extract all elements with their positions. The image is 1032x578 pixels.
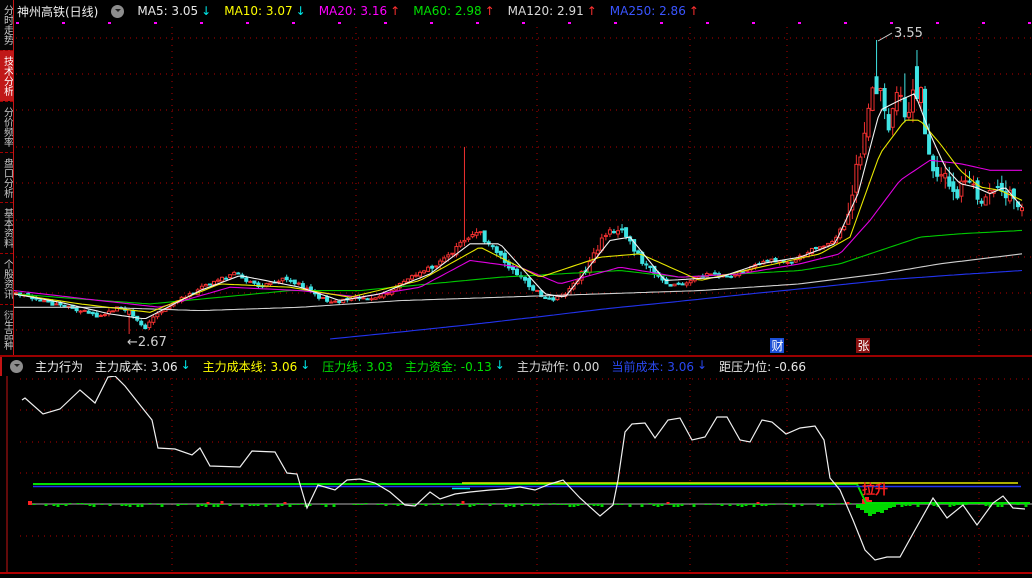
svg-text:张: 张 — [858, 339, 870, 353]
indicator-legend: 主力成本: 3.06↓主力成本线: 3.06↓压力线: 3.03主力资金: -0… — [95, 358, 806, 375]
trend-arrow-icon: ↑ — [485, 4, 495, 18]
trend-arrow-icon: ↑ — [587, 4, 597, 18]
ma-legend-item-ma120: MA120: 2.91↑ — [508, 4, 597, 18]
trend-arrow-icon: ↓ — [296, 4, 306, 18]
ma-value: MA250: 2.86 — [610, 4, 686, 18]
indicator-field: 主力动作: 0.00 — [517, 358, 600, 375]
indicator-field: 压力线: 3.03 — [322, 358, 393, 375]
indicator-field-value: 距压力位: -0.66 — [719, 358, 806, 375]
ma-legend-item-ma60: MA60: 2.98 ↑ — [413, 4, 494, 18]
ma-line-ma250 — [330, 271, 1022, 340]
bottom-border-line — [0, 572, 1032, 574]
chevron-down-icon[interactable] — [10, 360, 23, 373]
indicator-title[interactable]: 主力行为 — [35, 358, 83, 375]
trend-arrow-icon: ↓ — [300, 358, 310, 375]
symbol-title[interactable]: 神州高铁(日线) — [17, 3, 98, 20]
chart-header-bar: 神州高铁(日线) MA5: 3.05↓MA10: 3.07↓MA20: 3.16… — [14, 0, 1032, 22]
low-label: ←2.67 — [127, 335, 167, 350]
high-label: 3.55 — [894, 26, 923, 41]
trend-arrow-icon: ↓ — [495, 358, 505, 375]
ma-line-ma10 — [14, 120, 1022, 312]
indicator-field-value: 主力资金: -0.13 — [405, 358, 492, 375]
svg-text:财: 财 — [772, 339, 784, 353]
indicator-field: 主力成本: 3.06↓ — [95, 358, 191, 375]
trading-app-window: 分时走势技术分析分价频率盘口分析基本资料个股资讯衍生品种 神州高铁(日线) MA… — [0, 0, 1032, 578]
ma-legend: MA5: 3.05↓MA10: 3.07↓MA20: 3.16↑MA60: 2.… — [137, 4, 699, 18]
indicator-field-value: 主力动作: 0.00 — [517, 358, 600, 375]
indicator-field-value: 主力成本线: 3.06 — [203, 358, 298, 375]
indicator-field-value: 主力成本: 3.06 — [95, 358, 178, 375]
ma-legend-item-ma10: MA10: 3.07 ↓ — [224, 4, 305, 18]
event-badge-财[interactable]: 财 — [770, 338, 784, 353]
ma-value: MA20: 3.16 — [319, 4, 387, 18]
event-badge-张[interactable]: 张 — [856, 338, 870, 353]
ma-value: MA60: 2.98 — [413, 4, 481, 18]
trend-arrow-icon: ↓ — [181, 358, 191, 375]
indicator-field-value: 当前成本: 3.06 — [611, 358, 694, 375]
indicator-field: 当前成本: 3.06↓ — [611, 358, 707, 375]
trend-arrow-icon: ↓ — [201, 4, 211, 18]
ma-value: MA120: 2.91 — [508, 4, 584, 18]
ma-value: MA10: 3.07 — [224, 4, 292, 18]
rally-label: 拉升 — [862, 482, 888, 498]
indicator-field-value: 压力线: 3.03 — [322, 358, 393, 375]
ma-legend-item-ma5: MA5: 3.05↓ — [137, 4, 211, 18]
indicator-field: 距压力位: -0.66 — [719, 358, 806, 375]
ma-value: MA5: 3.05 — [137, 4, 198, 18]
chevron-down-icon[interactable] — [111, 5, 124, 18]
trend-arrow-icon: ↑ — [390, 4, 400, 18]
trend-arrow-icon: ↓ — [697, 358, 707, 375]
indicator-field: 主力成本线: 3.06↓ — [203, 358, 311, 375]
ma-legend-item-ma250: MA250: 2.86↑ — [610, 4, 699, 18]
main-candlestick-chart[interactable]: 3.55 ←2.67 财 张 — [0, 24, 1032, 356]
trend-arrow-icon: ↑ — [689, 4, 699, 18]
ma-line-ma20 — [14, 160, 1022, 307]
main-force-indicator-chart[interactable]: 拉升 — [0, 376, 1032, 573]
ma-legend-item-ma20: MA20: 3.16↑ — [319, 4, 400, 18]
ma-line-ma5 — [14, 94, 1022, 319]
indicator-field: 主力资金: -0.13↓ — [405, 358, 505, 375]
indicator-panel-header: 主力行为 主力成本: 3.06↓主力成本线: 3.06↓压力线: 3.03主力资… — [0, 357, 1032, 376]
